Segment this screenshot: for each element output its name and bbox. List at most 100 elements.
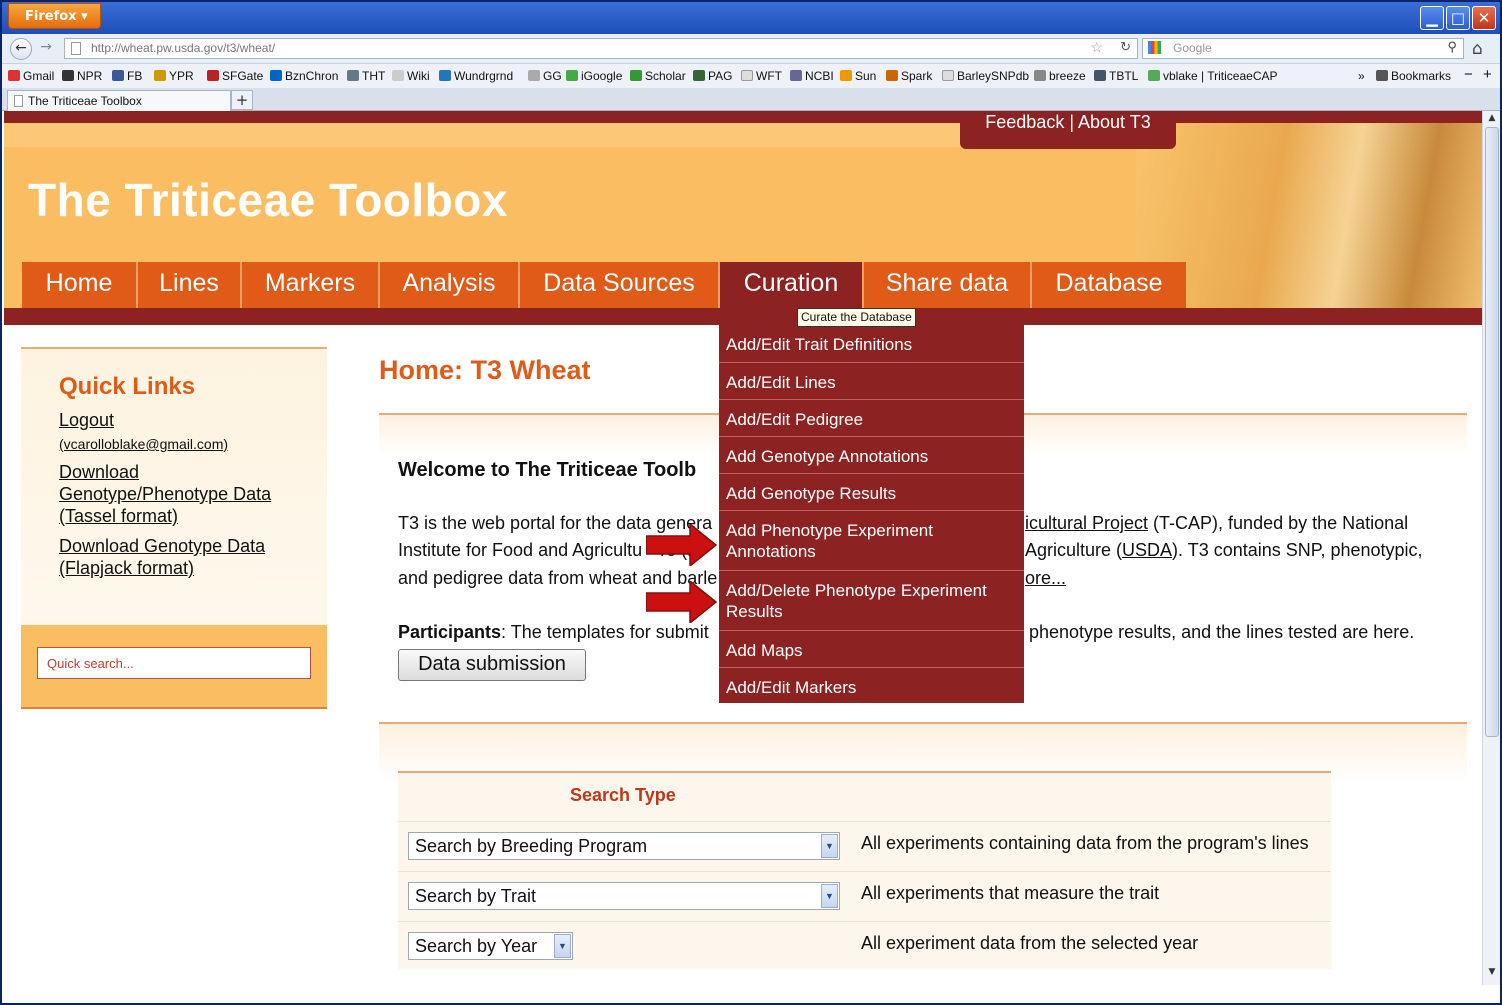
maximize-icon[interactable]: □: [1446, 6, 1470, 30]
tcap-link[interactable]: icultural Project: [1025, 513, 1148, 533]
chevron-down-icon[interactable]: ▼: [821, 834, 838, 858]
welcome-heading: Welcome to The Triticeae Toolb: [398, 459, 697, 481]
search-type-panel: Search Type Search by Breeding Program ▼ …: [398, 771, 1331, 969]
more-link[interactable]: ore...: [1025, 568, 1066, 588]
bookmark-sfgate[interactable]: SFGate: [207, 69, 263, 83]
search-bar[interactable]: Google ⚲: [1142, 38, 1464, 59]
bookmark-npr[interactable]: NPR: [62, 69, 102, 83]
bookmark-star-icon[interactable]: ☆: [1090, 39, 1103, 56]
search-placeholder: Google: [1173, 41, 1212, 55]
curation-dropdown-menu: Add/Edit Trait Definitions Add/Edit Line…: [719, 325, 1024, 703]
bookmark-ypr[interactable]: YPR: [154, 69, 194, 83]
bookmark-sun[interactable]: Sun: [840, 69, 876, 83]
scrollbar-thumb[interactable]: [1485, 127, 1499, 737]
quick-links-sidebar: Quick Links Logout (vcarolloblake@gmail.…: [21, 347, 327, 709]
tab-triticeae-toolbox[interactable]: The Triticeae Toolbox: [7, 90, 231, 111]
annotation-arrow-icon: [646, 581, 718, 623]
data-submission-button[interactable]: Data submission: [398, 649, 586, 681]
scroll-up-icon[interactable]: ▲: [1485, 113, 1499, 127]
quick-search-input[interactable]: Quick search...: [37, 647, 311, 679]
bookmark-vblake[interactable]: vblake | TriticeaeCAP: [1148, 69, 1278, 83]
bookmark-gg[interactable]: GG: [528, 69, 562, 83]
intro-line-1-end: icultural Project (T-CAP), funded by the…: [1025, 513, 1409, 533]
quick-links-title: Quick Links: [59, 373, 196, 400]
reload-icon[interactable]: ↻: [1120, 39, 1131, 55]
nav-share-data[interactable]: Share data: [864, 262, 1032, 308]
bookmark-tbtl[interactable]: TBTL: [1094, 69, 1138, 83]
menu-item-phenotype-annotations[interactable]: Add Phenotype Experiment Annotations: [719, 510, 1024, 570]
participants-line-b: phenotype results, and the lines tested …: [1029, 622, 1415, 642]
nav-data-sources[interactable]: Data Sources: [520, 262, 720, 308]
bookmark-wiki[interactable]: Wiki: [392, 69, 430, 83]
new-tab-button[interactable]: +: [231, 90, 253, 110]
download-flapjack-link-1[interactable]: Download Genotype Data: [59, 535, 265, 557]
menu-item-genotype-annotations[interactable]: Add Genotype Annotations: [719, 436, 1024, 473]
download-tassel-link-2[interactable]: Genotype/Phenotype Data: [59, 483, 271, 505]
nav-markers[interactable]: Markers: [242, 262, 380, 308]
bookmark-scholar[interactable]: Scholar: [630, 69, 686, 83]
google-icon: [1148, 41, 1161, 54]
bookmark-gmail[interactable]: Gmail: [8, 69, 54, 83]
menu-item-lines[interactable]: Add/Edit Lines: [719, 362, 1024, 399]
plus-icon[interactable]: +: [1483, 66, 1492, 83]
download-flapjack-link-2[interactable]: (Flapjack format): [59, 557, 194, 579]
nav-curation[interactable]: Curation: [720, 262, 864, 308]
browser-window: Firefox ▾ ▁ □ ✕ ← → http://wheat.pw.usda…: [0, 0, 1502, 1005]
chevron-down-icon[interactable]: ▼: [821, 884, 838, 908]
back-icon[interactable]: ←: [10, 38, 32, 60]
bookmarks-toolbar: Gmail NPR FB YPR SFGate BznChron THT Wik…: [2, 64, 1500, 88]
bookmark-wft[interactable]: WFT: [741, 69, 782, 83]
bookmark-tht[interactable]: THT: [347, 69, 385, 83]
nav-home[interactable]: Home: [22, 262, 138, 308]
forward-icon[interactable]: →: [35, 38, 57, 60]
search-row-description: All experiments containing data from the…: [861, 833, 1309, 853]
intro-line-2-end: Agriculture (USDA). T3 contains SNP, phe…: [1025, 540, 1423, 560]
menu-item-phenotype-results[interactable]: Add/Delete Phenotype Experiment Results: [719, 570, 1024, 630]
nav-lines[interactable]: Lines: [138, 262, 242, 308]
bookmark-igoogle[interactable]: iGoogle: [566, 69, 622, 83]
year-select[interactable]: Search by Year ▼: [408, 932, 573, 960]
chevron-down-icon[interactable]: ▼: [554, 934, 571, 958]
bookmark-wundrgrnd[interactable]: Wundrgrnd: [439, 69, 513, 83]
bookmark-spark[interactable]: Spark: [886, 69, 932, 83]
address-bar[interactable]: http://wheat.pw.usda.gov/t3/wheat/ ☆ ↻: [64, 38, 1138, 59]
scroll-down-icon[interactable]: ▼: [1485, 967, 1499, 981]
user-email: (vcarolloblake@gmail.com): [59, 436, 229, 452]
bookmark-pag[interactable]: PAG: [693, 69, 732, 83]
breeding-program-select[interactable]: Search by Breeding Program ▼: [408, 832, 840, 860]
feedback-about-link[interactable]: Feedback | About T3: [960, 111, 1176, 149]
bookmark-bznchron[interactable]: BznChron: [270, 69, 338, 83]
menu-item-pedigree[interactable]: Add/Edit Pedigree: [719, 399, 1024, 436]
download-tassel-link-3[interactable]: (Tassel format): [59, 505, 178, 527]
vertical-scrollbar[interactable]: ▲ ▼: [1482, 111, 1500, 985]
curation-tooltip: Curate the Database: [797, 308, 916, 327]
menu-item-markers[interactable]: Add/Edit Markers: [719, 667, 1024, 703]
bookmark-ncbi[interactable]: NCBI: [790, 69, 834, 83]
magnifier-icon[interactable]: ⚲: [1447, 39, 1457, 55]
bookmark-breeze[interactable]: breeze: [1034, 69, 1086, 83]
search-row: Search by Year ▼ All experiment data from…: [398, 921, 1331, 971]
menu-item-maps[interactable]: Add Maps: [719, 630, 1024, 667]
bookmarks-overflow[interactable]: »: [1358, 69, 1365, 83]
url-text: http://wheat.pw.usda.gov/t3/wheat/: [91, 41, 276, 55]
bookmark-barleysnpdb[interactable]: BarleySNPdb: [942, 69, 1029, 83]
bookmark-fb[interactable]: FB: [112, 69, 142, 83]
page-icon: [71, 42, 81, 55]
logout-link[interactable]: Logout: [59, 409, 114, 431]
bookmarks-menu[interactable]: Bookmarks: [1376, 69, 1451, 83]
menu-item-trait-definitions[interactable]: Add/Edit Trait Definitions: [719, 325, 1024, 362]
minus-icon[interactable]: −: [1464, 66, 1473, 83]
home-icon[interactable]: ⌂: [1472, 39, 1483, 59]
menu-item-genotype-results[interactable]: Add Genotype Results: [719, 473, 1024, 510]
firefox-menu-button[interactable]: Firefox ▾: [8, 3, 101, 29]
download-tassel-link-1[interactable]: Download: [59, 461, 139, 483]
nav-database[interactable]: Database: [1032, 262, 1186, 308]
usda-link[interactable]: USDA: [1122, 540, 1172, 560]
nav-analysis[interactable]: Analysis: [380, 262, 520, 308]
trait-select[interactable]: Search by Trait ▼: [408, 882, 840, 910]
site-title[interactable]: The Triticeae Toolbox: [28, 173, 508, 227]
search-row: Search by Trait ▼ All experiments that me…: [398, 871, 1331, 921]
minimize-icon[interactable]: ▁: [1420, 6, 1444, 30]
close-icon[interactable]: ✕: [1472, 6, 1496, 30]
search-type-header: Search Type: [570, 785, 676, 805]
